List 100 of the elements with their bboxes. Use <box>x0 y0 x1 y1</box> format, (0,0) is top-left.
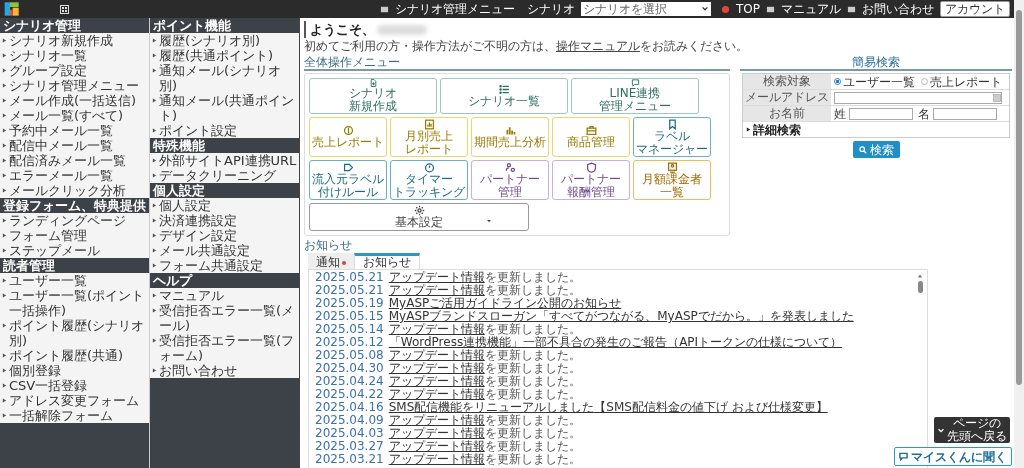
section-title: お知らせ <box>304 238 353 252</box>
news-link[interactable]: アップデート情報 <box>388 271 485 284</box>
menu-tile[interactable]: ラベル マネージャー <box>633 117 711 157</box>
tab[interactable]: お知らせ <box>354 253 420 269</box>
tile-label: 基本設定 <box>395 216 443 229</box>
news-link[interactable]: アップデート情報 <box>388 284 485 297</box>
news-link[interactable]: アップデート情報 <box>388 453 485 466</box>
sidebar-link[interactable]: メールクリック分析 <box>9 183 126 198</box>
sidebar-link[interactable]: 個別登録 <box>9 363 61 378</box>
sidebar-link[interactable]: データクリーニング <box>159 168 276 183</box>
sidebar-link[interactable]: 配信済みメール一覧 <box>9 153 126 168</box>
sidebar-link[interactable]: シナリオ新規作成 <box>9 33 113 48</box>
triangle-icon <box>2 158 7 163</box>
menu-tile[interactable]: 流入元ラベル 付けルール <box>309 160 387 200</box>
sidebar-link[interactable]: 通知メール(共通ポイント) <box>159 93 297 123</box>
sidebar-link[interactable]: 履歴(シナリオ別) <box>159 33 261 48</box>
menu-tile[interactable]: シナリオ 新規作成 <box>309 78 437 114</box>
news-date: 2025.05.21 <box>315 284 384 297</box>
sidebar-link[interactable]: メール一覧(すべて) <box>9 108 124 123</box>
news-link[interactable]: SMS配信機能をリニューアルしました【SMS配信料金の値下げ および仕様変更】 <box>388 401 828 414</box>
email-field[interactable] <box>834 91 1002 104</box>
tab[interactable]: 通知 <box>308 253 354 269</box>
menu-tile[interactable]: LINE連携 管理メニュー <box>571 78 699 114</box>
sidebar-link[interactable]: 一括解除フォーム <box>9 408 113 423</box>
sidebar-link[interactable]: メール作成(一括送信) <box>9 93 137 108</box>
radio-option[interactable]: ユーザー一覧 <box>834 72 915 91</box>
scroll-thumb[interactable] <box>917 281 923 293</box>
news-link[interactable]: アップデート情報 <box>388 375 485 388</box>
radio-button[interactable] <box>834 78 841 85</box>
menu-tile[interactable]: タイマー トラッキング <box>390 160 468 200</box>
news-link[interactable]: 「WordPress連携機能」一部不具合の発生のご報告（APIトークンの仕様について） <box>388 336 843 349</box>
sidebar-link[interactable]: ステップメール <box>9 243 100 258</box>
scenario-select[interactable]: シナリオを選択 <box>581 2 711 16</box>
news-link[interactable]: アップデート情報 <box>388 414 485 427</box>
sidebar-link[interactable]: ユーザー一覧(ポイント一括操作) <box>9 288 147 318</box>
menu-tile[interactable]: 基本設定 <box>309 203 529 231</box>
menu-tile[interactable]: 商品管理 <box>552 117 630 157</box>
menu-tile[interactable]: 期間売上分析 <box>471 117 549 157</box>
advanced-search-link[interactable]: 詳細検索 <box>753 120 801 139</box>
news-link[interactable]: アップデート情報 <box>388 388 485 401</box>
home-icon[interactable] <box>721 4 730 14</box>
radio-button[interactable] <box>921 78 928 85</box>
sidebar-link[interactable]: ポイント設定 <box>159 123 237 138</box>
sidebar-link[interactable]: 予約中メール一覧 <box>9 123 113 138</box>
sidebar-link[interactable]: ユーザー一覧 <box>9 273 87 288</box>
last-name-field[interactable] <box>849 107 913 120</box>
header-link[interactable]: TOP <box>736 2 760 16</box>
menu-tile[interactable]: パートナー 報酬管理 <box>552 160 630 200</box>
logo[interactable] <box>4 1 20 17</box>
sidebar-link[interactable]: お問い合わせ <box>159 363 237 378</box>
sidebar-link[interactable]: アドレス変更フォーム <box>9 393 139 408</box>
radio-option[interactable]: 売上レポート <box>921 72 1002 91</box>
sidebar-link[interactable]: グループ設定 <box>9 63 87 78</box>
sidebar-link[interactable]: フォーム共通設定 <box>159 258 263 273</box>
header-link[interactable]: マニュアル <box>781 2 841 16</box>
sidebar-link[interactable]: シナリオ管理メニュー <box>9 78 139 93</box>
menu-tile[interactable]: 月別売上 レポート <box>390 117 468 157</box>
sidebar-link[interactable]: 外部サイトAPI連携URL <box>159 153 297 168</box>
sidebar-link[interactable]: 個人設定 <box>159 198 211 213</box>
sidebar-link[interactable]: 配信中メール一覧 <box>9 138 113 153</box>
sidebar-link[interactable]: 受信拒否エラー一覧(フォーム) <box>159 333 297 363</box>
page-top-button[interactable]: ページの 先頭へ戻る <box>934 417 1010 443</box>
sidebar-link[interactable]: ポイント履歴(共通) <box>9 348 124 363</box>
menu-tile[interactable]: 売上レポート <box>309 117 387 157</box>
sidebar-link[interactable]: CSV一括登録 <box>9 378 88 393</box>
menu-link[interactable]: シナリオ管理メニュー <box>395 2 515 16</box>
sidebar-link[interactable]: ポイント履歴(シナリオ別) <box>9 318 147 348</box>
sidebar-link[interactable]: フォーム管理 <box>9 228 87 243</box>
sidebar-link[interactable]: デザイン設定 <box>159 228 237 243</box>
sidebar-link[interactable]: ランディングページ <box>9 213 126 228</box>
news-link[interactable]: アップデート情報 <box>388 362 485 375</box>
sidebar-link[interactable]: 履歴(共通ポイント) <box>159 48 274 63</box>
sidebar-link[interactable]: 受信拒否エラー一覧(メール) <box>159 303 297 333</box>
news-link[interactable]: MyASPブランドスローガン「すべてがつながる、MyASPでだから。」を発表しました <box>388 310 854 323</box>
account-button[interactable]: アカウント <box>940 1 1010 17</box>
menu-tile[interactable]: 月額課金者 一覧 <box>633 160 711 200</box>
chat-button[interactable]: マイスくんに聞く <box>894 447 1012 466</box>
grid-icon[interactable] <box>60 4 69 14</box>
search-button[interactable]: 検索 <box>852 141 900 158</box>
sidebar-heading: シナリオ管理 <box>0 18 149 33</box>
scrollbar[interactable] <box>1014 0 1024 468</box>
news-link[interactable]: アップデート情報 <box>388 323 485 336</box>
sidebar-link[interactable]: 決済連携設定 <box>159 213 237 228</box>
news-link[interactable]: MyASPご活用ガイドライン公開のお知らせ <box>388 297 622 310</box>
news-link[interactable]: アップデート情報 <box>388 427 485 440</box>
first-name-field[interactable] <box>933 107 997 120</box>
triangle-icon <box>152 98 157 103</box>
sidebar-link[interactable]: マニュアル <box>159 288 224 303</box>
menu-tile[interactable]: パートナー 管理 <box>471 160 549 200</box>
sidebar-link[interactable]: 通知メール(シナリオ別) <box>159 63 297 93</box>
scroll-up-icon[interactable] <box>917 273 923 279</box>
sidebar-link[interactable]: エラーメール一覧 <box>9 168 113 183</box>
header-link[interactable]: お問い合わせ <box>862 2 934 16</box>
news-link[interactable]: アップデート情報 <box>388 349 485 362</box>
sidebar-link[interactable]: メール共通設定 <box>159 243 250 258</box>
news-link[interactable]: アップデート情報 <box>388 440 485 453</box>
menu-tile[interactable]: シナリオ一覧 <box>440 78 568 114</box>
tile-label: 流入元ラベル <box>312 172 384 186</box>
manual-link[interactable]: 操作マニュアル <box>556 39 640 53</box>
sidebar-link[interactable]: シナリオ一覧 <box>9 48 87 63</box>
